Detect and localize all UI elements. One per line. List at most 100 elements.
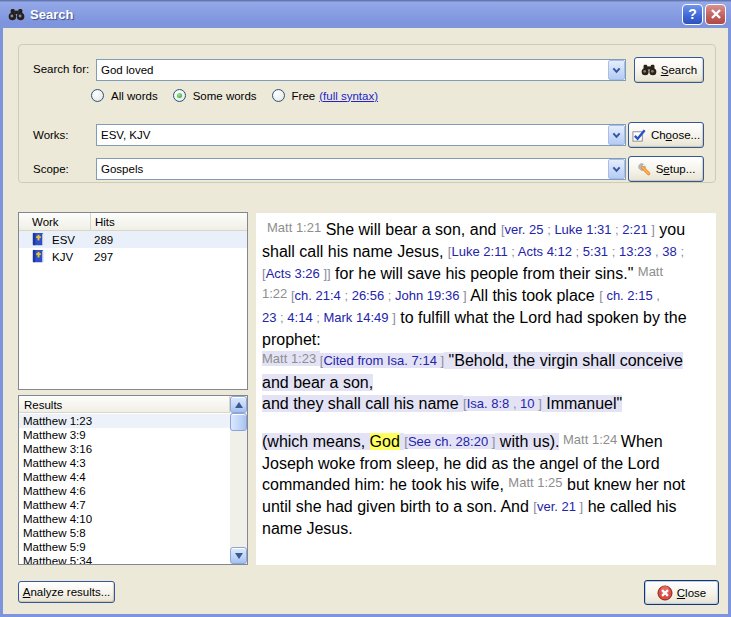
book-icon [31,232,46,247]
cross-ref-link[interactable]: See ch. 28:20 [408,434,488,449]
verse-text: , [652,244,663,259]
cross-ref-link[interactable]: Acts 3:26 [266,266,320,281]
scroll-down-button[interactable] [230,547,247,564]
scroll-thumb[interactable] [230,413,247,431]
radio-circle-selected[interactable] [173,89,186,102]
cross-ref-link[interactable]: Luke 2:11 [451,244,507,259]
verse-text: ] [535,396,542,411]
verse-text: until she had given birth to a son. And [262,498,533,515]
verse-marker: 1:22 [262,286,287,301]
cross-ref-link[interactable]: Mark 14:49 [323,310,388,325]
result-item[interactable]: Matthew 1:23 [19,414,230,428]
close-icon [657,585,673,601]
verse-text: "Behold, the virgin shall conceive [444,352,683,369]
cross-ref-link[interactable]: 10 [520,396,534,411]
cross-ref-link[interactable]: Isa. 8:8 [467,396,510,411]
verse-text: with us). [495,433,559,450]
setup-button[interactable]: Setup... [628,156,704,182]
close-window-button[interactable] [705,4,726,25]
results-scrollbar[interactable] [230,396,247,564]
search-for-value[interactable]: God loved [97,60,608,80]
result-item[interactable]: Matthew 4:3 [19,456,230,470]
result-item[interactable]: Matthew 4:4 [19,470,230,484]
verse-text: ; [544,222,555,237]
radio-some-words[interactable]: Some words [173,89,257,102]
radio-free[interactable]: Free [272,89,316,102]
verse-text: ; [608,244,619,259]
verse-text: and bear a son, [262,374,373,391]
close-button[interactable]: Close [644,580,719,605]
cross-ref-link[interactable]: Cited from Isa. 7:14 [323,353,436,368]
result-item[interactable]: Matthew 3:9 [19,428,230,442]
analyze-results-button[interactable]: Analyze results... [18,581,115,603]
radio-circle[interactable] [272,89,285,102]
cross-ref-link[interactable]: ch. 2:15 [606,288,652,303]
scope-combo-dropdown[interactable] [608,159,625,179]
search-groupbox: Search for: God loved Search [18,44,716,183]
search-for-label: Search for: [33,63,89,75]
help-button[interactable]: ? [682,4,703,25]
verse-text: shall call his name Jesus, [262,243,448,260]
cross-ref-link[interactable]: 23 [262,310,276,325]
cross-ref-link[interactable]: 4:14 [287,310,312,325]
verse-marker: Matt 1:24 [559,432,620,447]
verse-text: ; [341,288,352,303]
scroll-up-button[interactable] [230,396,247,413]
works-value[interactable]: ESV, KJV [97,125,608,145]
results-header: Results [19,396,230,413]
radio-all-words[interactable]: All words [91,89,158,102]
verse-text: [ [287,288,294,303]
result-item[interactable]: Matthew 5:34 [19,554,230,564]
search-button[interactable]: Search [634,57,704,83]
cross-ref-link[interactable]: 26:56 [352,288,385,303]
verse-marker: Matt 1:25 [508,475,562,490]
result-item[interactable]: Matthew 5:8 [19,526,230,540]
column-header-hits[interactable]: Hits [91,213,115,230]
verse-marker: Matt 1:21 [267,220,321,235]
cross-ref-link[interactable]: ver. 25 [505,222,544,237]
cross-ref-link[interactable]: Acts 4:12 [518,244,572,259]
scope-value[interactable]: Gospels [97,159,608,179]
choose-button[interactable]: Choose... [628,122,704,148]
cross-ref-link[interactable]: 38 [662,244,676,259]
result-item[interactable]: Matthew 5:9 [19,540,230,554]
result-item[interactable]: Matthew 3:16 [19,442,230,456]
verse-text: ; [384,288,395,303]
cross-ref-link[interactable]: John 19:36 [395,288,459,303]
search-for-combobox[interactable]: God loved [96,59,626,81]
verse-text: , [509,396,520,411]
verse-text: but knew her not [563,476,686,493]
text-line: prophet: [262,329,710,350]
column-header-work[interactable]: Work [19,213,91,230]
verse-text: (which means, [262,433,370,450]
scope-combobox[interactable]: Gospels [96,158,626,180]
cross-ref-link[interactable]: 13:23 [619,244,652,259]
checkmark-icon [632,128,647,143]
result-item[interactable]: Matthew 4:10 [19,512,230,526]
search-combo-dropdown[interactable] [608,60,625,80]
cross-ref-link[interactable]: ch. 21:4 [295,288,341,303]
full-syntax-link[interactable]: (full syntax) [319,90,378,102]
radio-circle[interactable] [91,89,104,102]
verse-text: you [655,221,685,238]
verse-text: prophet: [262,331,321,348]
verse-text: ]] [320,266,331,281]
cross-ref-link[interactable]: 5:31 [583,244,608,259]
works-table-row[interactable]: KJV297 [19,248,247,265]
cross-ref-link[interactable]: Luke 1:31 [554,222,611,237]
result-item[interactable]: Matthew 4:6 [19,484,230,498]
verse-text: and they shall call his name [262,395,463,412]
verse-text: ; [508,244,518,259]
verse-text: ] [488,434,495,449]
scope-label: Scope: [33,163,69,175]
cross-ref-link[interactable]: ver. 21 [537,499,576,514]
result-item[interactable]: Matthew 4:7 [19,498,230,512]
cross-ref-link[interactable]: 2:21 [622,222,647,237]
works-combobox[interactable]: ESV, KJV [96,124,626,146]
titlebar[interactable]: Search ? [0,0,731,28]
verse-text: ] [459,288,466,303]
word-mode-radios: All words Some words Free (full syntax) [91,89,378,102]
binoculars-icon [641,64,657,76]
works-combo-dropdown[interactable] [608,125,625,145]
works-table-row[interactable]: ESV289 [19,231,247,248]
